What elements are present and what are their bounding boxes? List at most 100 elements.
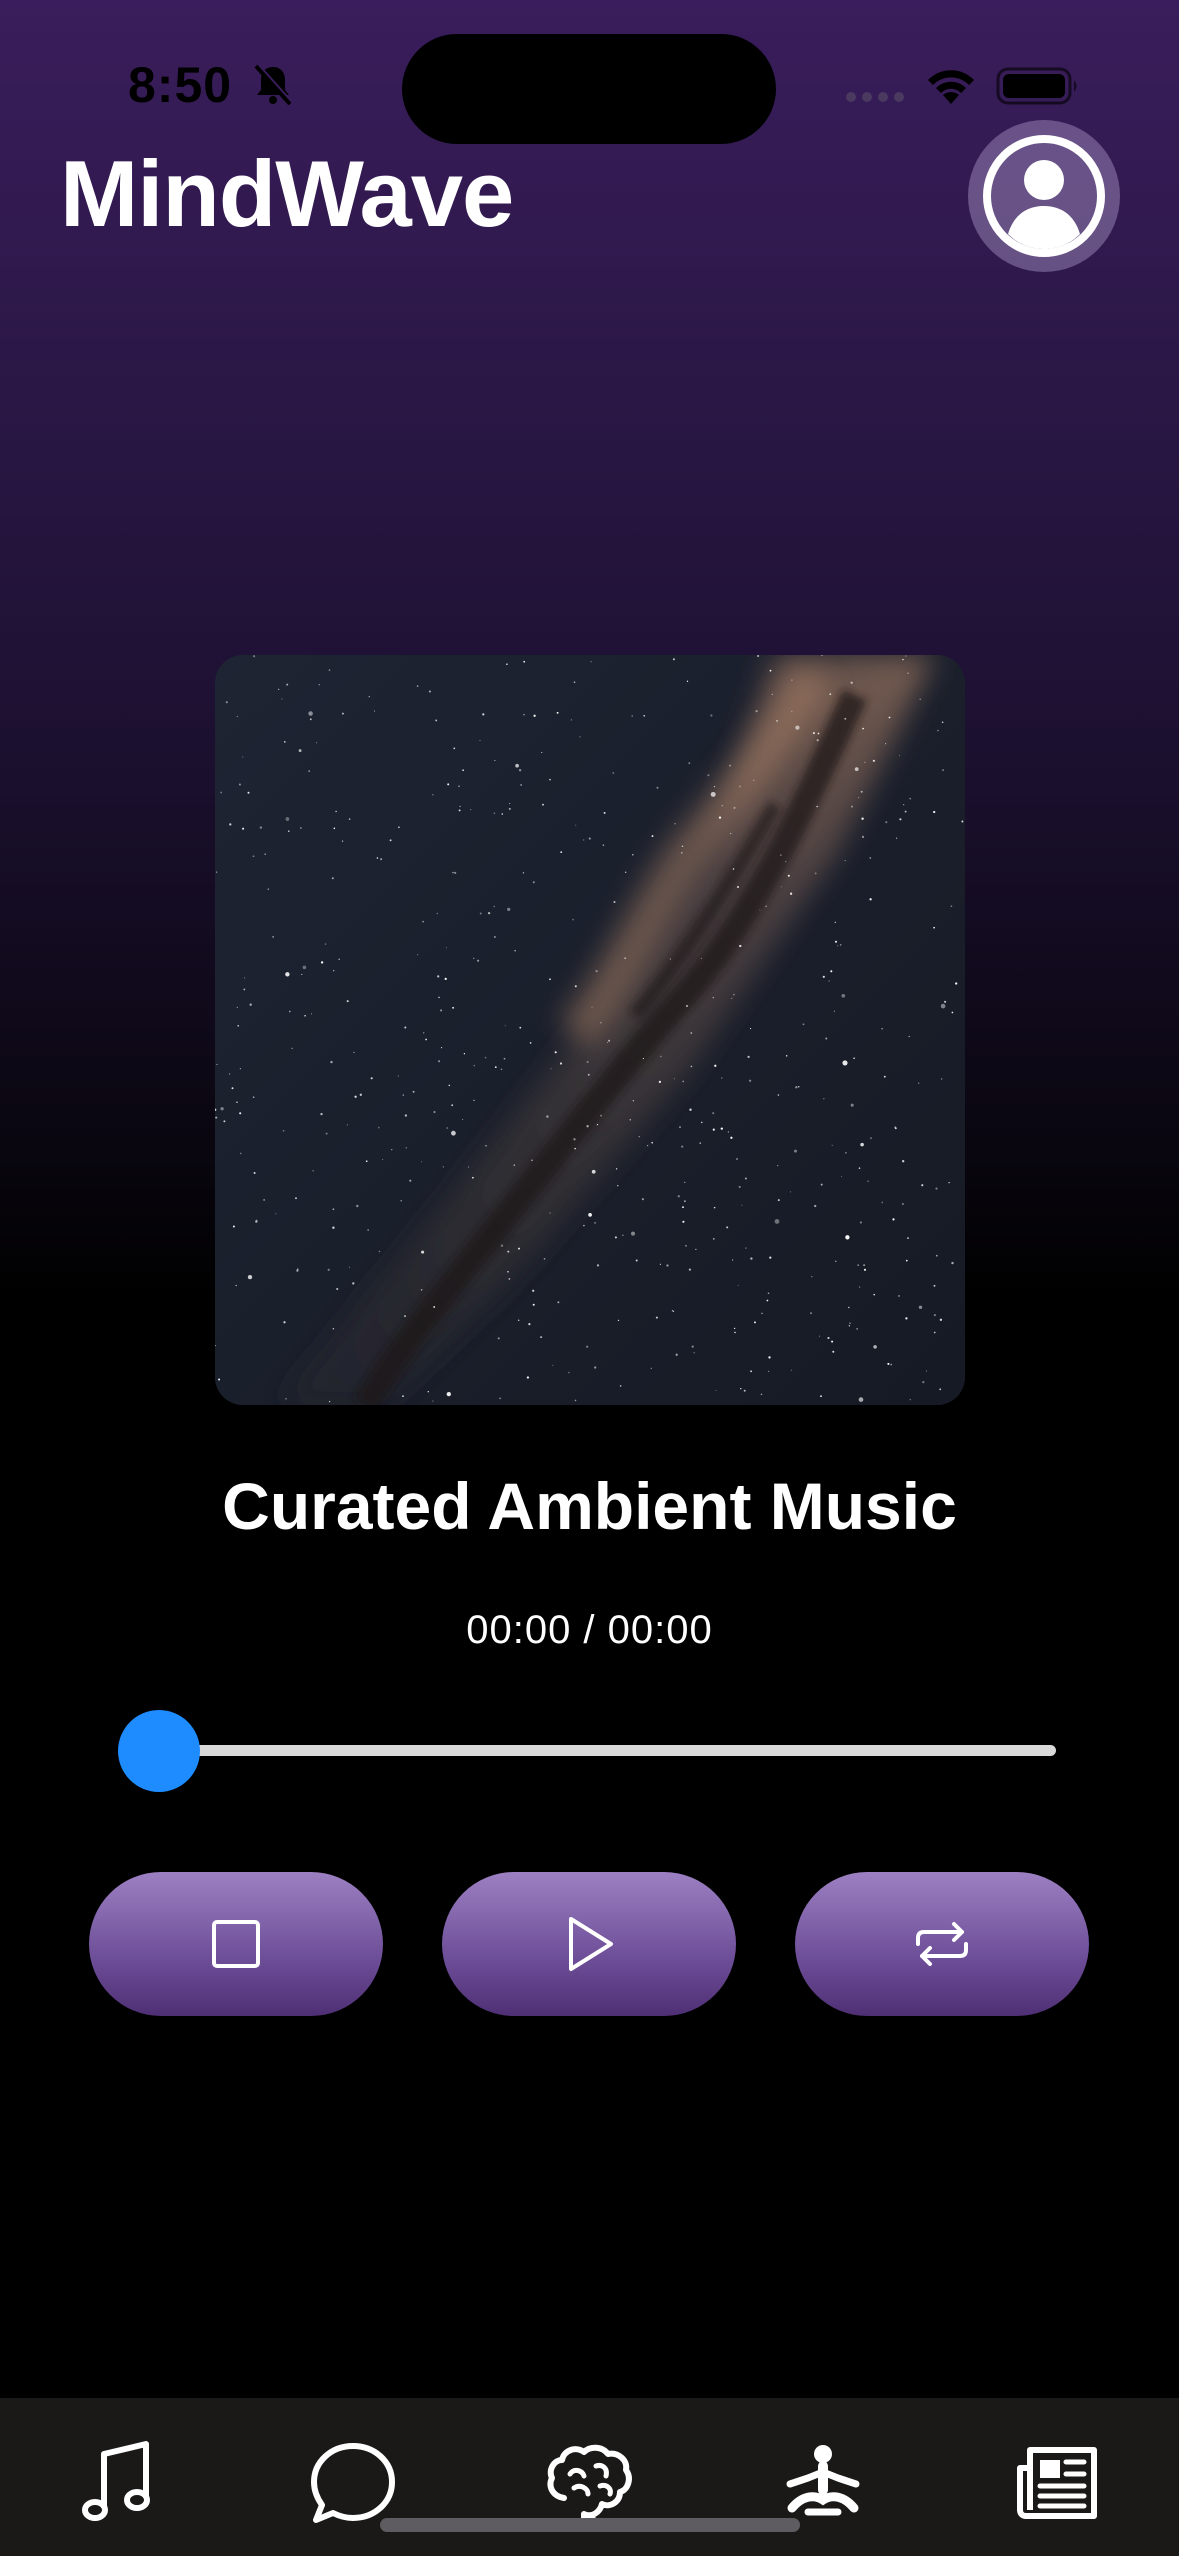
tab-meditate[interactable] — [778, 2438, 868, 2528]
star — [682, 1080, 685, 1083]
star — [500, 1068, 503, 1071]
star — [744, 1177, 747, 1180]
star — [881, 1201, 884, 1204]
star — [713, 785, 716, 788]
star — [586, 1345, 589, 1348]
star — [785, 860, 787, 863]
star — [453, 747, 456, 750]
star — [301, 973, 303, 975]
star — [777, 1199, 780, 1202]
stop-button[interactable] — [89, 1872, 383, 2016]
star — [507, 1270, 509, 1273]
star — [768, 1356, 771, 1359]
star — [869, 857, 872, 859]
star — [859, 1221, 862, 1224]
repeat-button[interactable] — [795, 1872, 1089, 2016]
star — [560, 851, 563, 853]
star — [417, 954, 419, 956]
play-button[interactable] — [442, 1872, 736, 2016]
star — [509, 803, 511, 805]
star — [712, 1238, 715, 1240]
star — [236, 715, 238, 717]
star — [590, 661, 592, 663]
star — [588, 1213, 592, 1217]
star — [556, 711, 559, 714]
star — [737, 886, 739, 888]
star — [935, 1187, 938, 1190]
star — [858, 1397, 864, 1402]
star — [285, 817, 290, 821]
status-time: 8:50 — [128, 57, 233, 113]
star — [236, 1006, 238, 1008]
star — [574, 1399, 577, 1402]
star — [941, 721, 944, 724]
star — [416, 685, 419, 687]
star — [907, 672, 909, 675]
star — [650, 1367, 652, 1369]
star — [811, 1275, 813, 1278]
star — [288, 1010, 291, 1013]
star — [517, 1319, 520, 1321]
star — [760, 1393, 763, 1396]
tab-brain[interactable] — [544, 2438, 634, 2528]
star — [500, 1244, 504, 1247]
tab-chat[interactable] — [308, 2438, 398, 2528]
tab-music[interactable] — [74, 2438, 164, 2528]
star — [473, 1099, 475, 1102]
star — [365, 1160, 368, 1163]
star — [522, 872, 524, 874]
star — [448, 1084, 451, 1087]
progress-slider[interactable] — [118, 1710, 1058, 1792]
star — [673, 1078, 676, 1080]
slider-thumb[interactable] — [118, 1710, 200, 1792]
star — [754, 1321, 756, 1324]
star — [549, 778, 551, 781]
star — [890, 1363, 893, 1366]
star — [777, 1094, 780, 1096]
star — [849, 1322, 851, 1324]
star — [712, 1112, 715, 1115]
star — [533, 714, 536, 717]
star — [845, 1235, 850, 1240]
star — [933, 1314, 936, 1317]
star — [513, 1164, 516, 1166]
bell-slash-icon — [254, 64, 294, 106]
star — [766, 1299, 769, 1302]
star — [750, 1370, 753, 1373]
star — [328, 669, 331, 671]
star — [223, 1120, 226, 1123]
slider-track[interactable] — [158, 1745, 1056, 1756]
star — [870, 1137, 872, 1139]
track-title: Curated Ambient Music — [222, 1469, 957, 1543]
star — [942, 769, 945, 772]
star — [909, 1399, 911, 1401]
star — [508, 1278, 511, 1280]
star — [310, 1013, 313, 1015]
star — [873, 1293, 875, 1296]
star — [688, 762, 691, 765]
star — [341, 712, 344, 715]
star — [887, 1362, 890, 1365]
star — [822, 975, 825, 978]
star — [765, 905, 767, 908]
person-circle-icon — [983, 135, 1105, 257]
star — [814, 1204, 817, 1208]
star — [896, 837, 898, 839]
star — [750, 1028, 752, 1030]
star — [739, 944, 742, 948]
star — [404, 1315, 406, 1318]
star — [462, 1119, 464, 1121]
star — [823, 1098, 825, 1100]
star — [264, 853, 267, 856]
star — [712, 996, 715, 999]
star — [422, 1032, 425, 1034]
tab-news[interactable] — [1014, 2438, 1104, 2528]
star — [869, 898, 872, 901]
wifi-icon — [928, 70, 974, 104]
star — [425, 1038, 427, 1041]
profile-button[interactable] — [968, 120, 1120, 272]
star — [791, 710, 793, 713]
star — [586, 1125, 589, 1128]
star — [302, 965, 307, 970]
star — [714, 1064, 717, 1067]
